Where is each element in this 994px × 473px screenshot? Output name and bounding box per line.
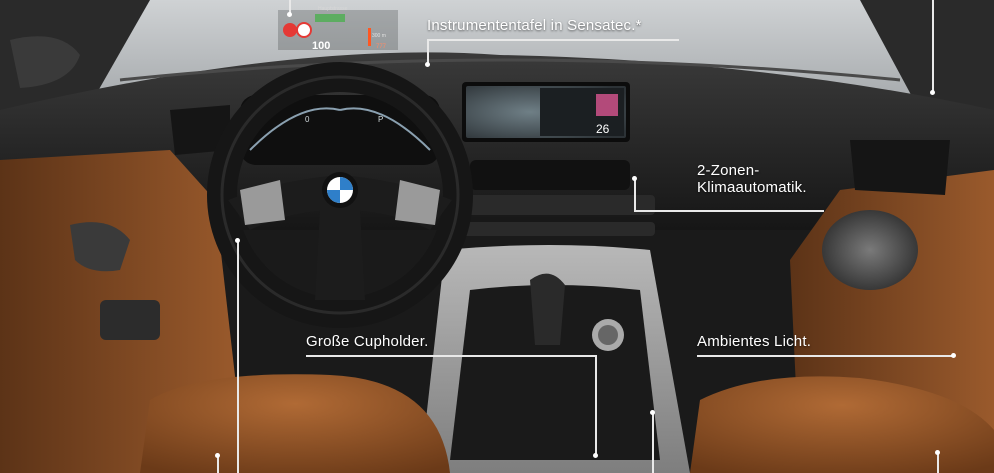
right-seat-callout-line	[937, 452, 939, 473]
hud-street: Hauptstrasse	[318, 6, 348, 12]
instrument-panel-line-v	[427, 39, 429, 64]
climate-line-v	[634, 178, 636, 211]
hud-callout-dot	[287, 12, 292, 17]
callout-ambient-light: Ambientes Licht.	[697, 333, 812, 350]
hud-speed: 100	[312, 40, 331, 52]
car-interior-illustration	[0, 0, 994, 473]
window-switches	[100, 300, 160, 340]
steering-callout-line	[237, 240, 239, 473]
console-callout-line	[652, 412, 654, 473]
instrument-panel-line-h	[427, 39, 679, 41]
left-seat-callout-dot	[215, 453, 220, 458]
driver-seat	[140, 374, 450, 473]
ambient-light-line	[697, 355, 953, 357]
cupholder-line-h	[306, 355, 596, 357]
top-right-callout-line	[932, 0, 934, 92]
cluster-left-value: 0	[305, 115, 310, 124]
hud-distance: 300 m	[372, 33, 386, 39]
console-callout-dot	[650, 410, 655, 415]
center-vents	[470, 160, 630, 190]
gear-selector	[530, 273, 565, 345]
callout-cupholder: Große Cupholder.	[306, 333, 429, 350]
top-right-callout-dot	[930, 90, 935, 95]
cluster-right-value: P	[378, 115, 384, 124]
climate-line-h	[634, 210, 824, 212]
cupholder-line-v	[595, 355, 597, 455]
right-seat-callout-dot	[935, 450, 940, 455]
callout-climate: 2-Zonen- Klimaautomatik.	[697, 162, 837, 196]
steering-callout-dot	[235, 238, 240, 243]
ambient-light-dot	[951, 353, 956, 358]
callout-instrument-panel: Instrumententafel in Sensatec.*	[427, 17, 642, 34]
climate-dot	[632, 176, 637, 181]
callout-climate-line2: Klimaautomatik.	[697, 178, 807, 196]
instrument-panel-dot	[425, 62, 430, 67]
hud-gear-value: 777	[376, 44, 387, 50]
interior-photo: 100 Hauptstrasse 300 m 777 0 P 26 Instru…	[0, 0, 994, 473]
cupholder-dot	[593, 453, 598, 458]
display-temperature: 26	[596, 122, 610, 136]
callout-climate-line1: 2-Zonen-	[697, 162, 760, 179]
right-vent	[850, 140, 950, 195]
door-speaker	[822, 210, 918, 290]
